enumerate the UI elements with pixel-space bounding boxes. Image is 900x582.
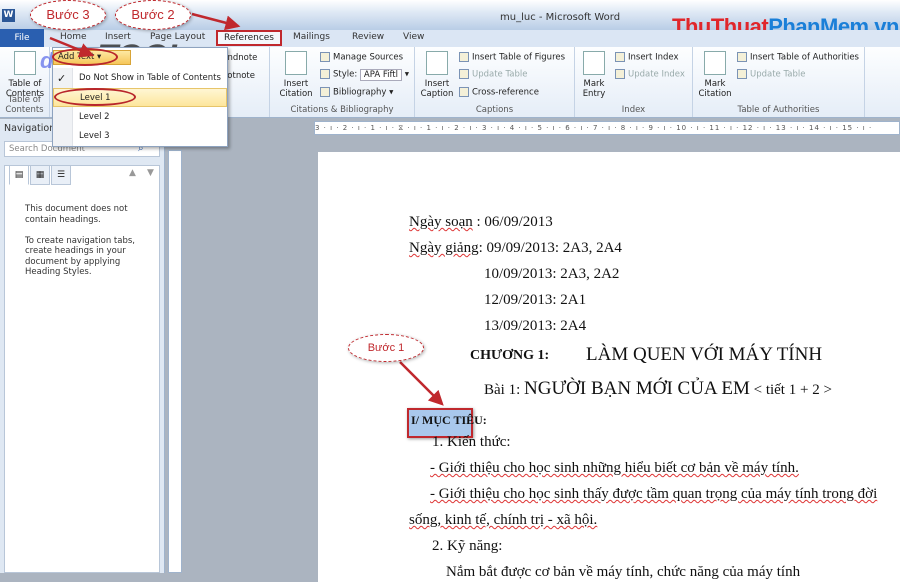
arrow-step2 <box>191 12 241 31</box>
arrow-step1 <box>399 361 444 406</box>
annotation-arrows <box>49 12 444 406</box>
callout-step2: Bước 2 <box>115 0 191 30</box>
arrow-step3 <box>49 36 95 58</box>
callout-step1: Bước 1 <box>348 334 424 362</box>
callout-step3: Bước 3 <box>30 0 106 30</box>
